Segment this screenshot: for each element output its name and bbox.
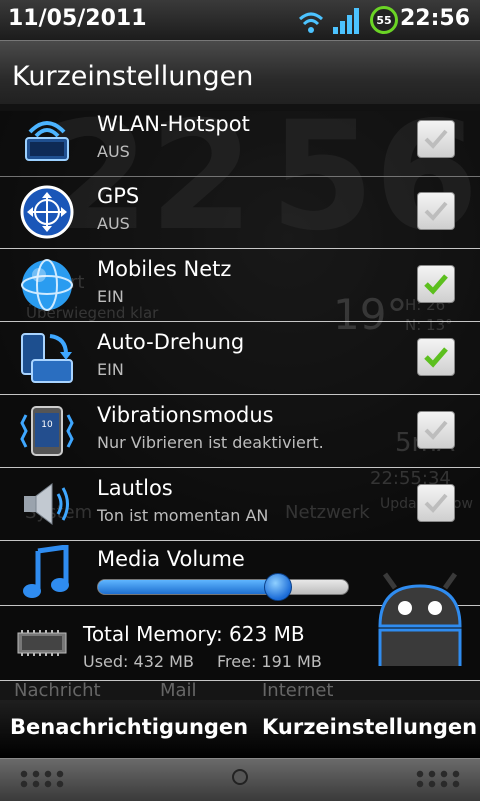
tab-notifications[interactable]: Benachrichtigungen	[10, 715, 248, 739]
svg-text:10: 10	[41, 420, 53, 430]
checkmark-icon	[424, 201, 448, 221]
panel-header: Kurzeinstellungen	[0, 40, 480, 111]
setting-checkbox[interactable]	[417, 484, 455, 522]
setting-title: Mobiles Netz	[97, 257, 232, 281]
speaker-icon	[24, 483, 69, 525]
checkmark-icon	[424, 347, 448, 368]
setting-checkbox[interactable]	[417, 120, 455, 158]
status-date: 11/05/2011	[8, 6, 147, 31]
setting-row-vibration[interactable]: 10 Vibrationsmodus Nur Vibrieren ist dea…	[0, 395, 480, 468]
checkmark-icon	[424, 420, 448, 440]
status-icons: 55	[296, 4, 398, 36]
setting-subtitle: AUS	[97, 142, 130, 161]
checkmark-icon	[424, 274, 448, 295]
setting-title: Lautlos	[97, 476, 173, 500]
signal-icon	[333, 8, 359, 34]
status-bar: 11/05/2011 55 22:56	[0, 0, 480, 41]
setting-title: WLAN-Hotspot	[97, 112, 250, 136]
setting-subtitle: EIN	[97, 287, 124, 306]
memory-free: Free: 191 MB	[217, 652, 322, 671]
handle-knob	[232, 769, 248, 785]
setting-title: Media Volume	[97, 547, 245, 571]
music-note-icon	[23, 545, 69, 598]
battery-level: 55	[376, 13, 392, 27]
status-time: 22:56	[399, 6, 470, 31]
setting-checkbox[interactable]	[417, 338, 455, 376]
checkmark-icon	[424, 129, 448, 149]
volume-slider-track[interactable]	[97, 579, 349, 595]
memory-total: Total Memory: 623 MB	[83, 622, 305, 646]
setting-row-silent[interactable]: Lautlos Ton ist momentan AN	[0, 468, 480, 541]
volume-slider-thumb[interactable]	[264, 573, 293, 601]
setting-row-wlan-hotspot[interactable]: WLAN-Hotspot AUS	[0, 104, 480, 177]
setting-row-auto-rotate[interactable]: Auto-Drehung EIN	[0, 322, 480, 395]
setting-checkbox[interactable]	[417, 265, 455, 303]
setting-title: GPS	[97, 184, 140, 208]
android-robot-icon	[378, 572, 462, 666]
panel-title: Kurzeinstellungen	[12, 61, 254, 92]
tab-quick-settings[interactable]: Kurzeinstellungen	[262, 715, 477, 739]
grip-dots-right	[414, 769, 462, 789]
memory-info: Total Memory: 623 MB Used: 432 MB Free: …	[0, 572, 480, 681]
dock-label-internet: Internet	[262, 680, 334, 701]
wifi-icon	[298, 12, 324, 33]
setting-subtitle: Nur Vibrieren ist deaktiviert.	[97, 433, 324, 452]
setting-title: Auto-Drehung	[97, 330, 245, 354]
mobile-network-icon	[21, 259, 73, 311]
memory-used: Used: 432 MB	[83, 652, 194, 671]
volume-slider-fill	[98, 580, 278, 594]
setting-checkbox[interactable]	[417, 192, 455, 230]
dock-label-message: Nachricht	[14, 680, 101, 701]
setting-row-gps[interactable]: GPS AUS	[0, 176, 480, 249]
setting-row-mobile-network[interactable]: Mobiles Netz EIN	[0, 249, 480, 322]
battery-icon: 55	[370, 6, 398, 34]
setting-title: Vibrationsmodus	[97, 403, 274, 427]
vibrate-icon: 10	[20, 406, 74, 456]
wifi-hotspot-icon	[25, 121, 69, 161]
setting-subtitle: AUS	[97, 214, 130, 233]
panel-drag-handle[interactable]	[0, 758, 480, 801]
auto-rotate-icon	[21, 333, 73, 383]
setting-subtitle: EIN	[97, 360, 124, 379]
memory-chip-icon	[17, 630, 67, 656]
setting-checkbox[interactable]	[417, 411, 455, 449]
gps-icon	[20, 185, 74, 239]
checkmark-icon	[424, 493, 448, 513]
grip-dots-left	[18, 769, 66, 789]
dock-label-mail: Mail	[160, 680, 197, 701]
setting-subtitle: Ton ist momentan AN	[97, 506, 269, 525]
bottom-tabs: Benachrichtigungen Kurzeinstellungen	[0, 700, 480, 758]
